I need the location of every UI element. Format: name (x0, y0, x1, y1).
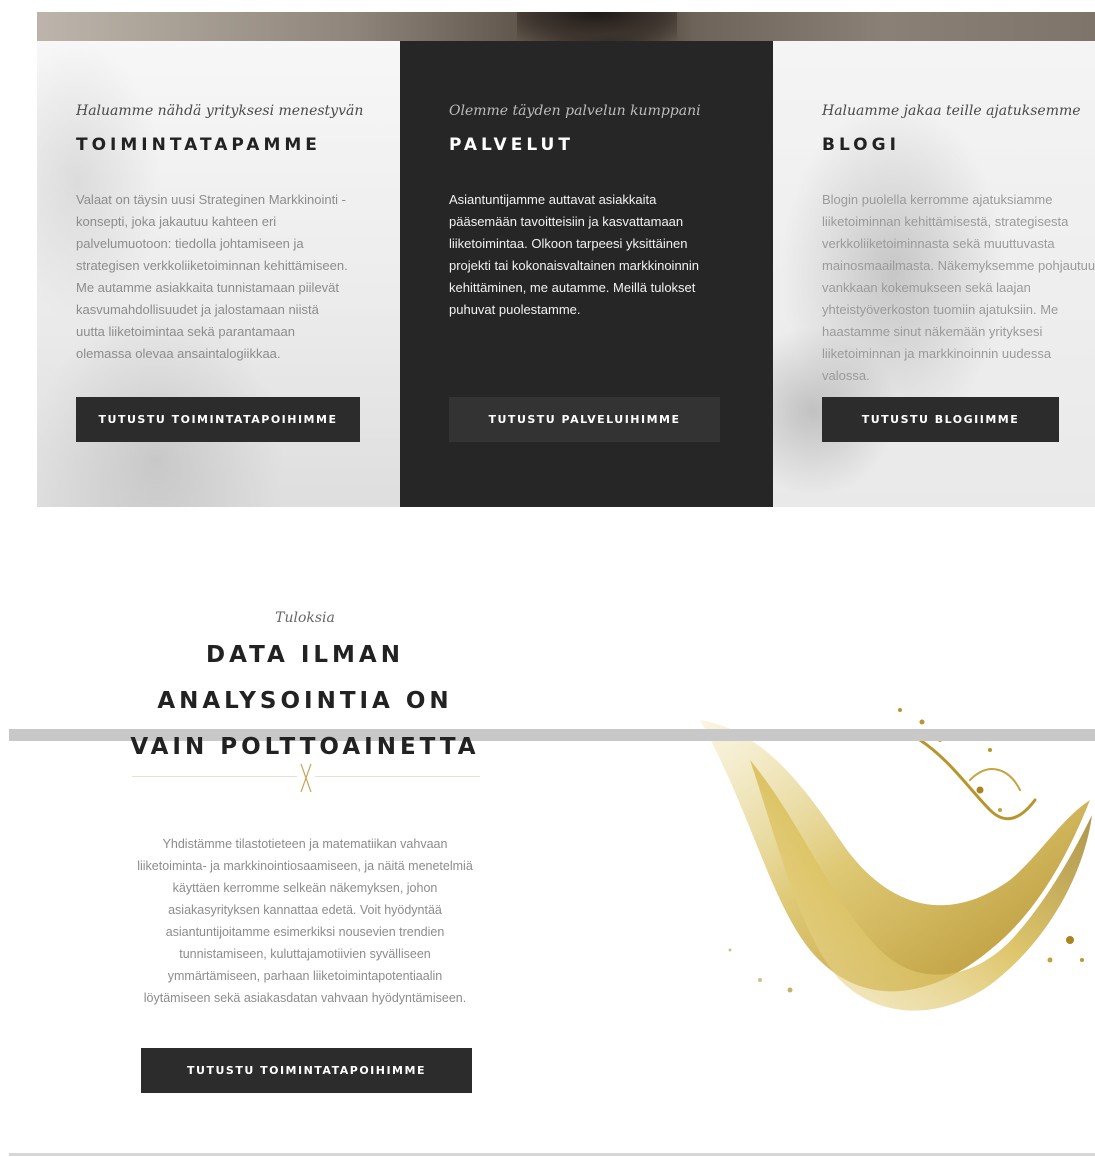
palvelut-column: Olemme täyden palvelun kumppani PALVELUT… (400, 41, 773, 507)
column-text: Valaat on täysin uusi Strateginen Markki… (76, 192, 348, 361)
results-button[interactable]: TUTUSTU TOIMINTATAPOIHIMME (141, 1048, 472, 1093)
hero-image-detail (517, 12, 677, 41)
column-title: TOIMINTATAPAMME (76, 135, 321, 155)
blogi-button[interactable]: TUTUSTU BLOGIIMME (822, 397, 1059, 442)
palvelut-button[interactable]: TUTUSTU PALVELUIHIMME (449, 397, 720, 442)
column-kicker: Haluamme nähdä yrityksesi menestyvän (76, 103, 364, 119)
column-kicker: Olemme täyden palvelun kumppani (449, 103, 701, 119)
toimintatavat-button[interactable]: TUTUSTU TOIMINTATAPOIHIMME (76, 397, 360, 442)
hero-image-strip (37, 12, 1095, 41)
column-text: Asiantuntijamme auttavat asiakkaita pääs… (449, 192, 700, 317)
column-title: BLOGI (822, 135, 900, 155)
column-title: PALVELUT (449, 135, 574, 155)
oil-splash-illustration (690, 700, 1095, 1030)
results-title: DATA ILMAN ANALYSOINTIA ON VAIN POLTTOAI… (130, 642, 480, 760)
results-text: Yhdistämme tilastotieteen ja matematiika… (137, 837, 473, 1005)
footer-rule (9, 1153, 1095, 1156)
column-kicker: Haluamme jakaa teille ajatuksemme (822, 103, 1081, 119)
blogi-column: Haluamme jakaa teille ajatuksemme BLOGI … (773, 41, 1095, 507)
column-text: Blogin puolella kerromme ajatuksiamme li… (822, 192, 1095, 383)
toimintatapamme-column: Haluamme nähdä yrityksesi menestyvän TOI… (37, 41, 400, 507)
results-kicker: Tuloksia (275, 610, 335, 626)
